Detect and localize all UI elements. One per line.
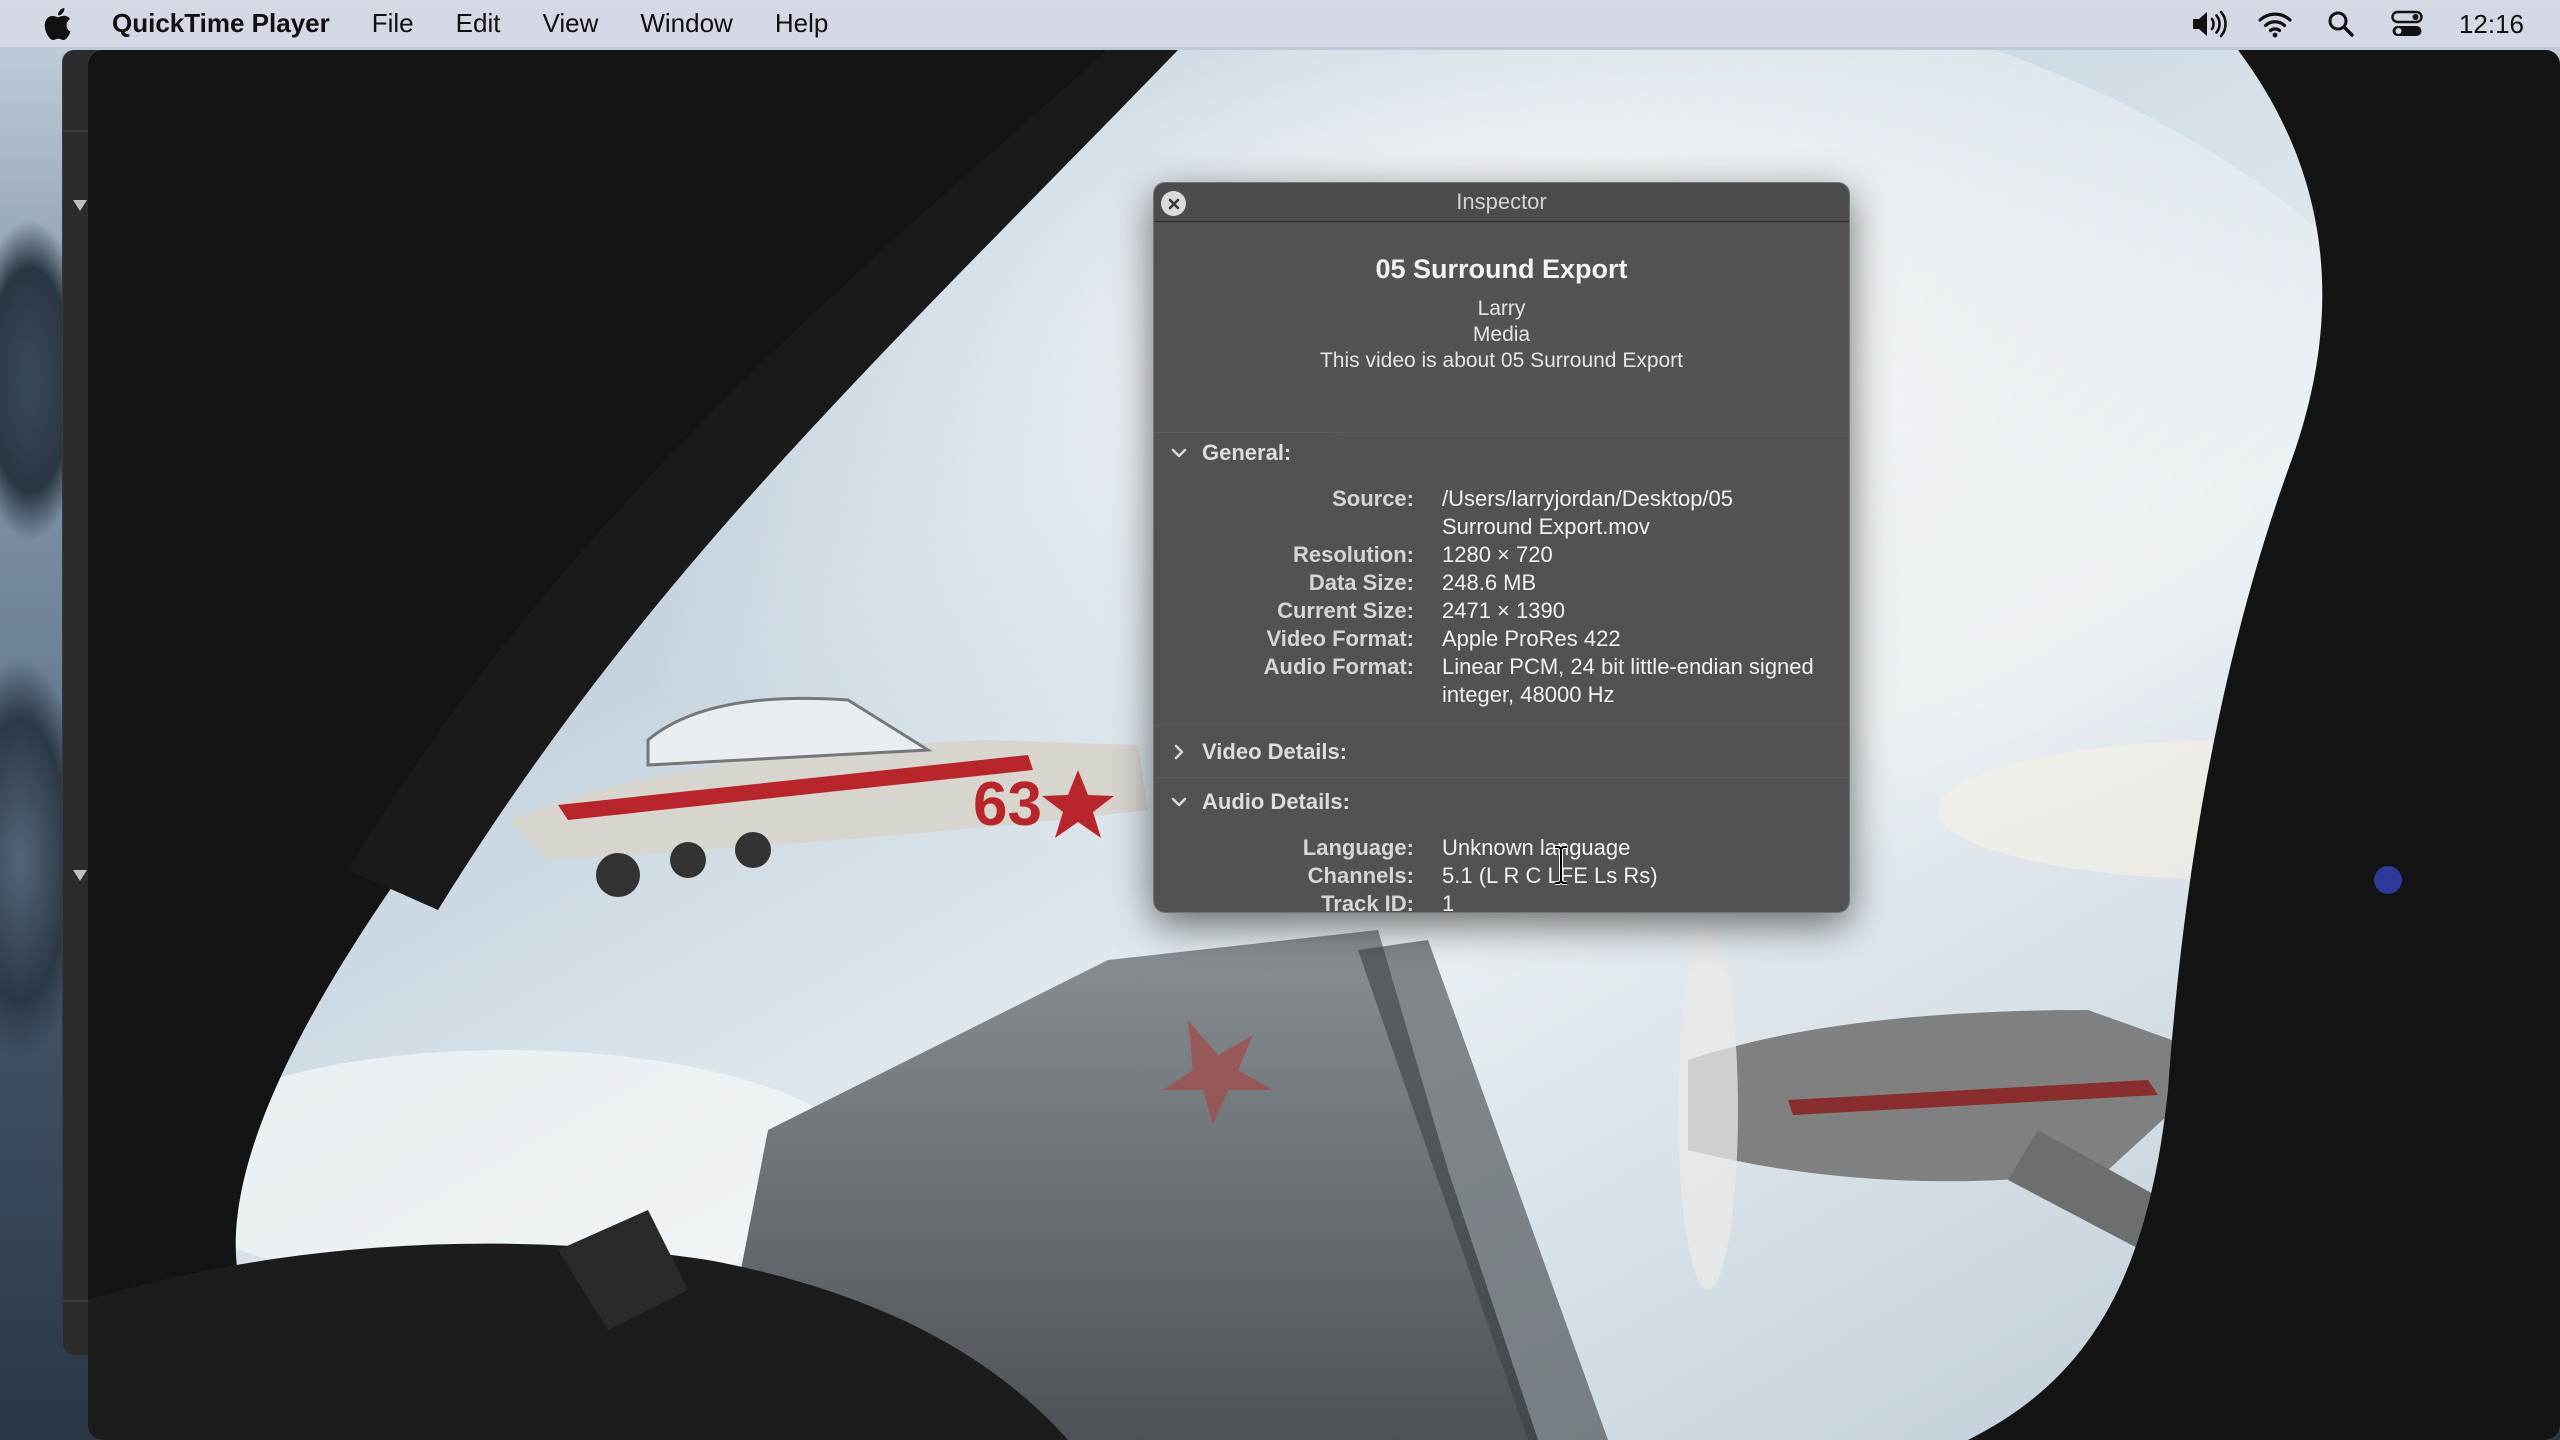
menu-help[interactable]: Help <box>775 8 828 39</box>
data-size-row: Data Size: 248.6 MB <box>1154 569 1849 597</box>
spotlight-search-icon[interactable] <box>2321 8 2361 40</box>
menu-app-name[interactable]: QuickTime Player <box>112 8 330 39</box>
aircraft-number: 63 <box>973 770 1042 839</box>
general-details: Source: /Users/larryjordan/Desktop/05 Su… <box>1154 473 1849 709</box>
menu-edit[interactable]: Edit <box>456 8 501 39</box>
file-title: 05 Surround Export <box>1375 254 1628 284</box>
data-size-value[interactable]: 248.6 MB <box>1442 569 1822 597</box>
menu-view[interactable]: View <box>542 8 598 39</box>
volume-icon[interactable] <box>2189 8 2229 40</box>
track-id-row: Track ID: 1 <box>1154 890 1849 918</box>
wifi-icon[interactable] <box>2255 8 2295 40</box>
file-genre: Media <box>1472 323 1531 346</box>
chevron-down-icon <box>1168 791 1190 813</box>
channels-value[interactable]: 5.1 (L R C LFE Ls Rs) <box>1442 862 1822 890</box>
audio-details: Language: Unknown language Channels: 5.1… <box>1154 822 1849 918</box>
video-details-toggle[interactable]: Video Details: <box>1154 732 1849 772</box>
data-size-label: Data Size: <box>1308 570 1414 595</box>
audio-details-section: Audio Details: Language: Unknown languag… <box>1154 778 1849 918</box>
menu-bar-clock[interactable]: 12:16 <box>2459 9 2524 40</box>
disclosure-triangle-icon[interactable] <box>73 200 87 211</box>
track-id-label: Track ID: <box>1321 891 1414 916</box>
close-button[interactable] <box>1161 191 1186 216</box>
general-section-toggle[interactable]: General: <box>1154 433 1849 473</box>
disclosure-triangle-icon[interactable] <box>73 870 87 881</box>
chevron-right-icon <box>1168 741 1190 763</box>
current-size-value[interactable]: 2471 × 1390 <box>1442 597 1822 625</box>
audio-details-toggle[interactable]: Audio Details: <box>1154 782 1849 822</box>
inspector-panel: Inspector 05 Surround Export Larry Media… <box>1153 182 1850 916</box>
channels-row: Channels: 5.1 (L R C LFE Ls Rs) <box>1154 862 1849 890</box>
menu-file[interactable]: File <box>372 8 414 39</box>
file-summary: 05 Surround Export Larry Media This vide… <box>1154 222 1849 433</box>
video-details-label: Video Details: <box>1202 739 1348 764</box>
source-label: Source: <box>1332 486 1414 511</box>
audio-details-label: Audio Details: <box>1202 789 1350 814</box>
resolution-value[interactable]: 1280 × 720 <box>1442 541 1822 569</box>
lens-flare <box>2374 866 2402 894</box>
source-value[interactable]: /Users/larryjordan/Desktop/05 Surround E… <box>1442 485 1822 541</box>
menu-bar: QuickTime Player File Edit View Window H… <box>0 0 2560 48</box>
resolution-row: Resolution: 1280 × 720 <box>1154 541 1849 569</box>
resolution-label: Resolution: <box>1293 542 1414 567</box>
current-size-label: Current Size: <box>1277 598 1414 623</box>
inspector-title: Inspector <box>1456 189 1547 214</box>
general-section-label: General: <box>1202 440 1292 465</box>
inspector-titlebar[interactable]: Inspector <box>1154 183 1849 222</box>
apple-menu-icon[interactable] <box>40 7 74 41</box>
chevron-down-icon <box>1168 442 1190 464</box>
audio-format-value[interactable]: Linear PCM, 24 bit little-endian signed … <box>1442 653 1822 709</box>
video-format-label: Video Format: <box>1266 626 1414 651</box>
source-row: Source: /Users/larryjordan/Desktop/05 Su… <box>1154 485 1849 541</box>
current-size-row: Current Size: 2471 × 1390 <box>1154 597 1849 625</box>
language-row: Language: Unknown language <box>1154 834 1849 862</box>
audio-format-label: Audio Format: <box>1263 654 1414 679</box>
control-center-icon[interactable] <box>2387 8 2427 40</box>
track-id-value[interactable]: 1 <box>1442 890 1822 918</box>
file-description: This video is about 05 Surround Export <box>1319 349 1684 372</box>
video-format-row: Video Format: Apple ProRes 422 <box>1154 625 1849 653</box>
audio-format-row: Audio Format: Linear PCM, 24 bit little-… <box>1154 653 1849 709</box>
video-details-section: Video Details: <box>1154 726 1849 778</box>
menu-window[interactable]: Window <box>640 8 732 39</box>
video-format-value[interactable]: Apple ProRes 422 <box>1442 625 1822 653</box>
status-area: 12:16 <box>2163 0 2524 48</box>
channels-label: Channels: <box>1307 863 1414 888</box>
text-cursor-icon <box>1555 845 1567 885</box>
general-section: General: Source: /Users/larryjordan/Desk… <box>1154 433 1849 726</box>
language-label: Language: <box>1302 835 1414 860</box>
close-icon <box>1168 198 1179 209</box>
file-author: Larry <box>1477 297 1526 320</box>
language-value[interactable]: Unknown language <box>1442 834 1822 862</box>
